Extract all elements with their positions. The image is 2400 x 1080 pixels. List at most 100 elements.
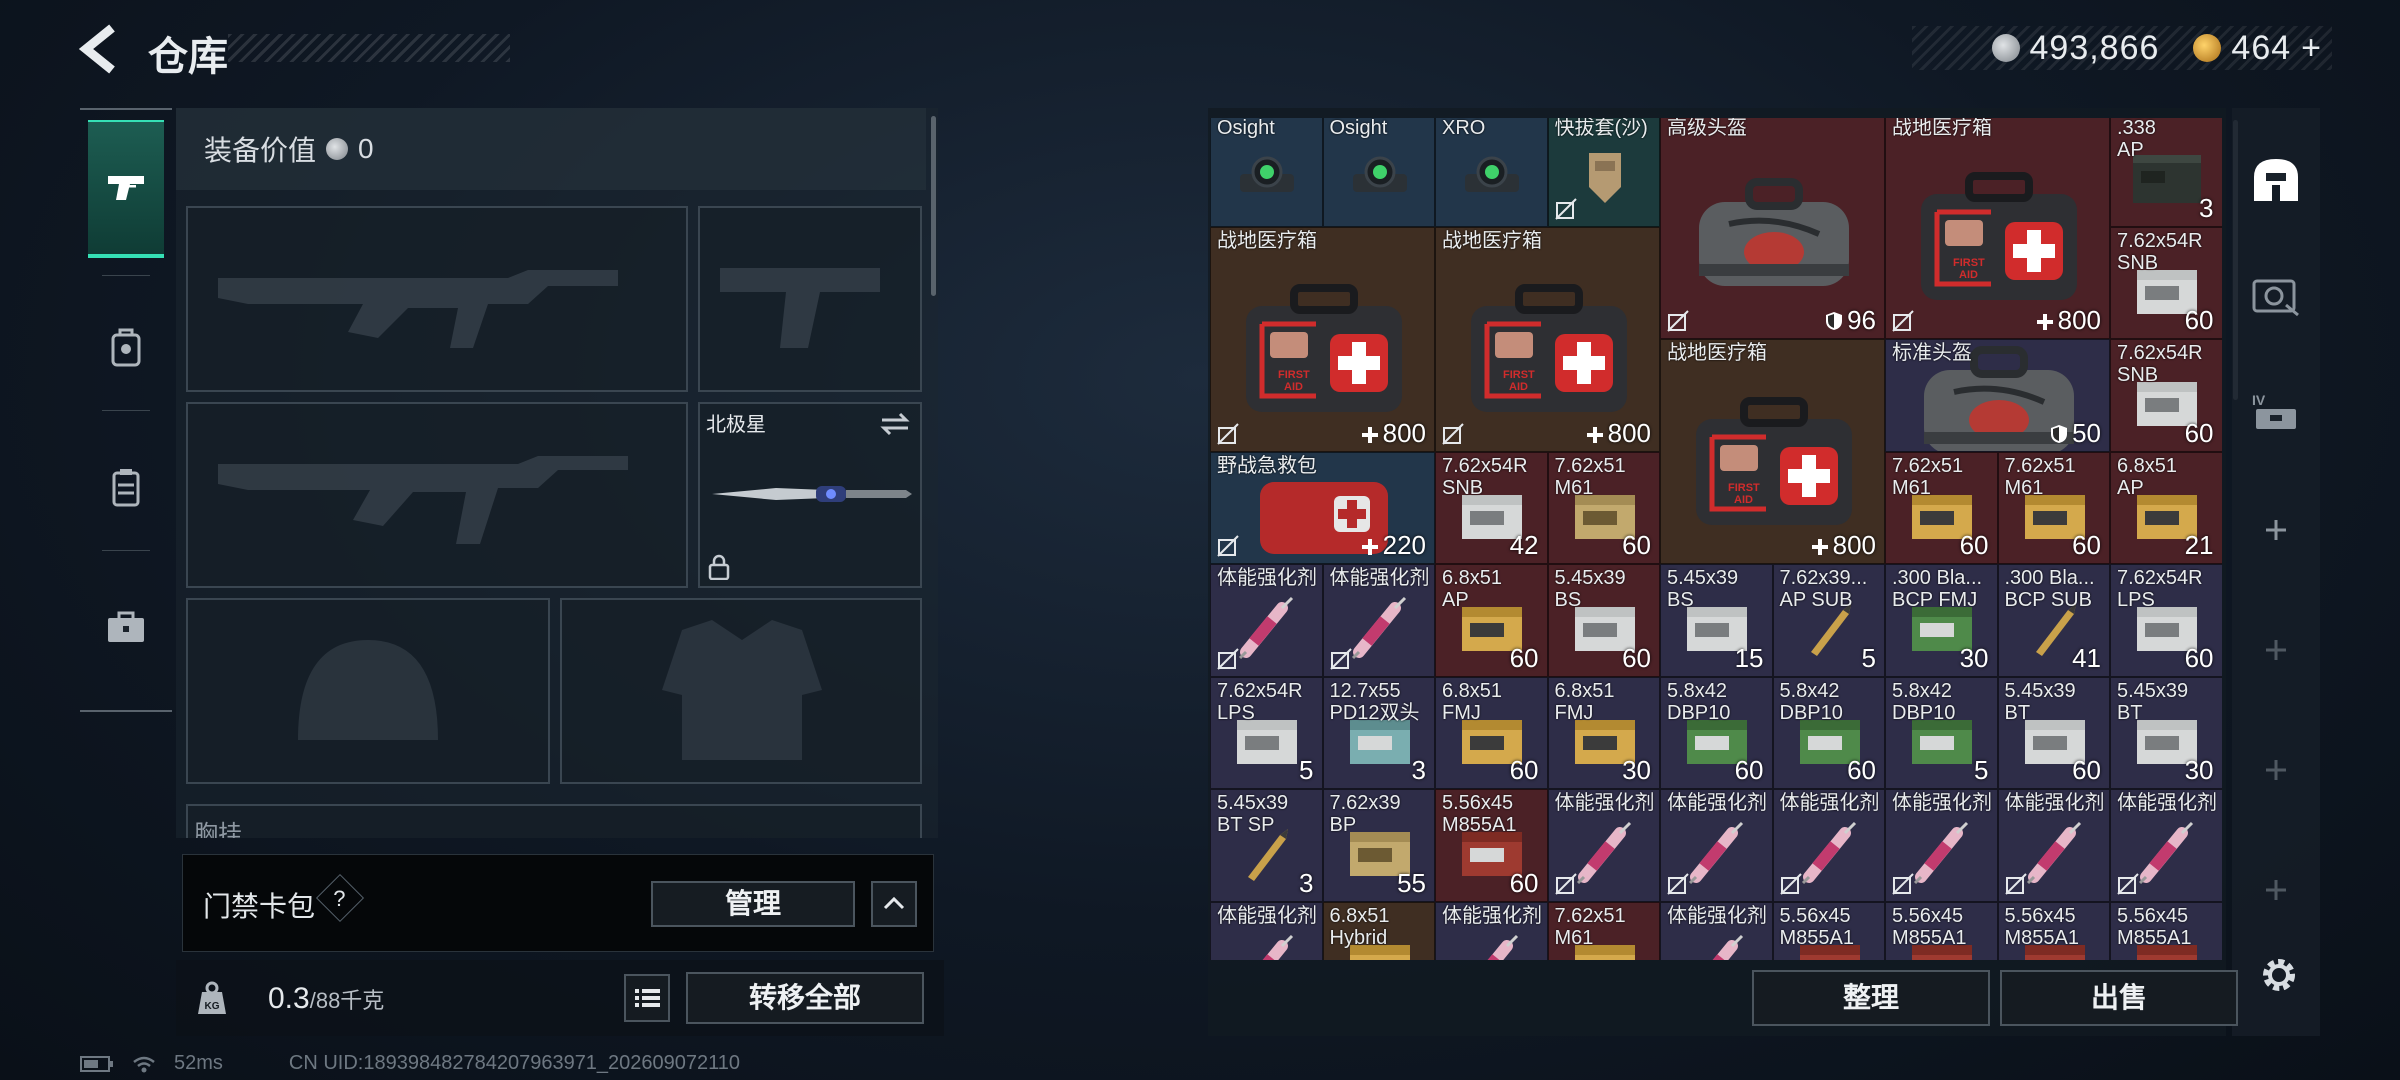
inventory-item[interactable]: 6.8x51 AP 60 <box>1435 564 1548 677</box>
collapse-button[interactable] <box>871 881 917 927</box>
inventory-item[interactable]: 7.62x39 BP 55 <box>1322 789 1435 902</box>
weight-icon[interactable]: KG <box>194 980 230 1016</box>
secondary-weapon-slot[interactable] <box>186 402 688 588</box>
inventory-item[interactable]: 体能强化剂 <box>1322 564 1435 677</box>
chest-rig-slot[interactable]: 胸挂 <box>186 804 922 838</box>
add-storage-button[interactable] <box>2232 718 2320 822</box>
warehouse-tab[interactable] <box>2232 128 2320 232</box>
inventory-item[interactable]: Osight <box>1322 118 1435 227</box>
equipment-scrollbar[interactable] <box>931 116 936 296</box>
pistol-slot[interactable] <box>698 206 922 392</box>
inventory-item[interactable]: 6.8x51 FMJ 60 <box>1435 676 1548 789</box>
inspect-tab[interactable] <box>2232 244 2320 348</box>
inventory-item[interactable]: 7.62x51 M61 60 <box>1885 451 1998 564</box>
inventory-item[interactable]: 5.8x42 DBP10 60 <box>1660 676 1773 789</box>
inventory-item[interactable]: 体能强化剂 <box>1547 789 1660 902</box>
helmet-slot[interactable] <box>186 598 550 784</box>
item-count-value: 60 <box>1509 755 1539 785</box>
swap-icon[interactable] <box>878 410 912 438</box>
inventory-item[interactable]: 战地医疗箱 FIRST AID 800 <box>1885 118 2110 339</box>
silver-coin-icon <box>326 138 349 160</box>
nav-vest[interactable] <box>88 418 164 556</box>
inventory-item[interactable]: 7.62x51 M61 60 <box>1547 451 1660 564</box>
inventory-item[interactable]: 7.62x54R SNB 42 <box>1435 451 1548 564</box>
inventory-item[interactable]: 体能强化剂 <box>1772 789 1885 902</box>
inventory-item[interactable]: 7.62x51 M61 <box>1547 901 1660 960</box>
inventory-item[interactable]: 5.45x39 BT 60 <box>1997 676 2110 789</box>
inventory-item[interactable]: 7.62x51 M61 60 <box>1997 451 2110 564</box>
inventory-item[interactable]: 7.62x39... AP SUB 5 <box>1772 564 1885 677</box>
inventory-item[interactable]: 战地医疗箱 FIRST AID 800 <box>1210 226 1435 452</box>
inventory-item[interactable]: 5.45x39 BT SP 3 <box>1210 789 1323 902</box>
no-insure-icon <box>1442 422 1464 445</box>
inventory-item[interactable]: 5.8x42 DBP10 5 <box>1885 676 1998 789</box>
inventory-item[interactable]: 快拔套(沙) <box>1547 118 1660 227</box>
settings-button[interactable] <box>2256 952 2302 998</box>
inventory-item[interactable]: 5.45x39 BS 15 <box>1660 564 1773 677</box>
inventory-item[interactable]: 体能强化剂 <box>1660 789 1773 902</box>
inventory-item[interactable]: 7.62x54R LPS 5 <box>1210 676 1323 789</box>
inventory-item[interactable]: 5.56x45 M855A1 <box>1772 901 1885 960</box>
add-storage-button[interactable] <box>2232 838 2320 942</box>
inventory-item[interactable]: 5.8x42 DBP10 60 <box>1772 676 1885 789</box>
inventory-item[interactable]: 体能强化剂 <box>1435 901 1548 960</box>
add-storage-button[interactable] <box>2232 478 2320 582</box>
transfer-all-button[interactable]: 转移全部 <box>686 972 924 1024</box>
nav-case[interactable] <box>88 558 164 696</box>
inventory-grid: Osight Osight XRO 快拔套(沙) 高级头盔 96 战地医疗箱 FIRST AID… <box>1210 118 2222 960</box>
inventory-item[interactable]: 标准头盔 50 <box>1885 339 2110 452</box>
inventory-item[interactable]: 7.62x54R SNB 60 <box>2110 339 2222 452</box>
inventory-item[interactable]: .300 Bla... BCP SUB 41 <box>1997 564 2110 677</box>
nav-backpack[interactable] <box>88 278 164 416</box>
item-name: 5.45x39 BS <box>1554 567 1626 611</box>
inventory-item[interactable]: 7.62x54R SNB 60 <box>2110 226 2222 339</box>
inventory-item[interactable]: 6.8x51 Hybrid <box>1322 901 1435 960</box>
inventory-item[interactable]: 12.7x55 PD12双头 3 <box>1322 676 1435 789</box>
add-currency-button[interactable]: + <box>2301 29 2322 68</box>
item-count: 60 <box>1622 530 1651 561</box>
sell-button[interactable]: 出售 <box>2000 970 2238 1026</box>
inventory-item[interactable]: 5.56x45 M855A1 <box>2110 901 2222 960</box>
add-storage-button[interactable] <box>2232 598 2320 702</box>
inventory-item[interactable]: 野战急救包 220 <box>1210 451 1435 564</box>
primary-weapon-slot[interactable] <box>186 206 688 392</box>
melee-slot[interactable]: 北极星 <box>698 402 922 588</box>
inventory-item[interactable]: 体能强化剂 <box>1997 789 2110 902</box>
syringe-icon <box>1570 817 1640 892</box>
inventory-item[interactable]: Osight <box>1210 118 1323 227</box>
list-view-button[interactable] <box>624 974 670 1022</box>
inventory-item[interactable]: 5.56x45 M855A1 60 <box>1435 789 1548 902</box>
inventory-item[interactable]: 7.62x54R LPS 60 <box>2110 564 2222 677</box>
item-count: 30 <box>1960 643 1989 674</box>
inventory-item[interactable]: 体能强化剂 <box>1210 564 1323 677</box>
item-count: 50 <box>2050 418 2101 449</box>
armor-slot[interactable] <box>560 598 922 784</box>
inventory-item[interactable]: 6.8x51 FMJ 30 <box>1547 676 1660 789</box>
inventory-item[interactable]: 5.56x45 M855A1 <box>1997 901 2110 960</box>
inventory-item[interactable]: 体能强化剂 <box>1210 901 1323 960</box>
back-button[interactable] <box>78 24 124 74</box>
inventory-item[interactable]: 5.45x39 BS 60 <box>1547 564 1660 677</box>
inventory-item[interactable]: 高级头盔 96 <box>1660 118 1885 339</box>
inventory-item[interactable]: 6.8x51 AP 21 <box>2110 451 2222 564</box>
storage-tab-iv[interactable]: IV <box>2232 360 2320 464</box>
inventory-item[interactable]: 5.56x45 M855A1 <box>1885 901 1998 960</box>
keycard-help-button[interactable]: ? <box>315 873 365 923</box>
inventory-item[interactable]: XRO <box>1435 118 1548 227</box>
inventory-item[interactable]: 体能强化剂 <box>2110 789 2222 902</box>
inventory-item[interactable]: .300 Bla... BCP FMJ 30 <box>1885 564 1998 677</box>
inventory-item[interactable]: 体能强化剂 <box>1885 789 1998 902</box>
inventory-item[interactable]: 体能强化剂 <box>1660 901 1773 960</box>
sort-button[interactable]: 整理 <box>1752 970 1990 1026</box>
nav-weapons[interactable] <box>88 120 164 258</box>
inventory-item[interactable]: 5.45x39 BT 30 <box>2110 676 2222 789</box>
item-count-value: 60 <box>1734 755 1764 785</box>
medkit-icon: FIRST AID <box>1684 389 1864 534</box>
manage-button[interactable]: 管理 <box>651 881 855 927</box>
item-name: 7.62x54R LPS <box>1217 679 1303 724</box>
item-count-value: 60 <box>2184 642 2214 673</box>
item-count-value: 15 <box>1734 642 1764 673</box>
inventory-item[interactable]: 战地医疗箱 FIRST AID 800 <box>1435 226 1660 452</box>
inventory-item[interactable]: .338 AP 3 <box>2110 118 2222 227</box>
inventory-item[interactable]: 战地医疗箱 FIRST AID 800 <box>1660 339 1885 564</box>
